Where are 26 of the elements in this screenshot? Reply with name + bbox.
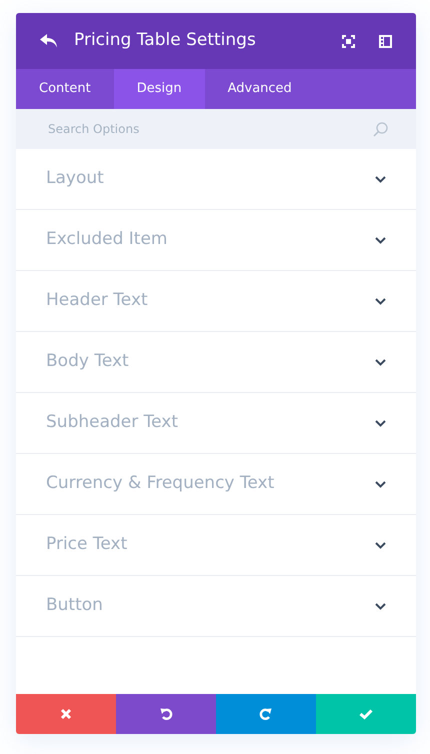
redo-icon bbox=[259, 707, 273, 721]
panel-title: Pricing Table Settings bbox=[74, 29, 257, 52]
cancel-button[interactable] bbox=[16, 694, 116, 734]
undo-icon bbox=[159, 707, 173, 721]
section-row[interactable]: Price Text bbox=[16, 515, 416, 576]
section-row[interactable]: Excluded Item bbox=[16, 210, 416, 271]
expand-icon[interactable] bbox=[342, 34, 355, 48]
section-row[interactable]: Subheader Text bbox=[16, 393, 416, 454]
section-row[interactable]: Currency & Frequency Text bbox=[16, 454, 416, 515]
search-icon[interactable] bbox=[373, 122, 388, 136]
section-row[interactable]: Body Text bbox=[16, 332, 416, 393]
tab[interactable]: Design bbox=[114, 69, 205, 109]
section-row[interactable]: Header Text bbox=[16, 271, 416, 332]
check-icon bbox=[359, 707, 373, 721]
redo-button[interactable] bbox=[216, 694, 316, 734]
search-field[interactable]: Search Options bbox=[46, 119, 373, 139]
section-row[interactable]: Button bbox=[16, 576, 416, 637]
undo-button[interactable] bbox=[116, 694, 216, 734]
search-bar[interactable]: Search Options bbox=[16, 109, 416, 149]
cancel-icon bbox=[59, 707, 73, 721]
tab[interactable]: Content bbox=[16, 69, 114, 109]
section-row[interactable]: Layout bbox=[16, 149, 416, 210]
tab[interactable]: Advanced bbox=[204, 69, 315, 109]
save-button[interactable] bbox=[316, 694, 416, 734]
sidebar-icon[interactable] bbox=[379, 34, 392, 48]
back-icon[interactable] bbox=[40, 34, 58, 48]
